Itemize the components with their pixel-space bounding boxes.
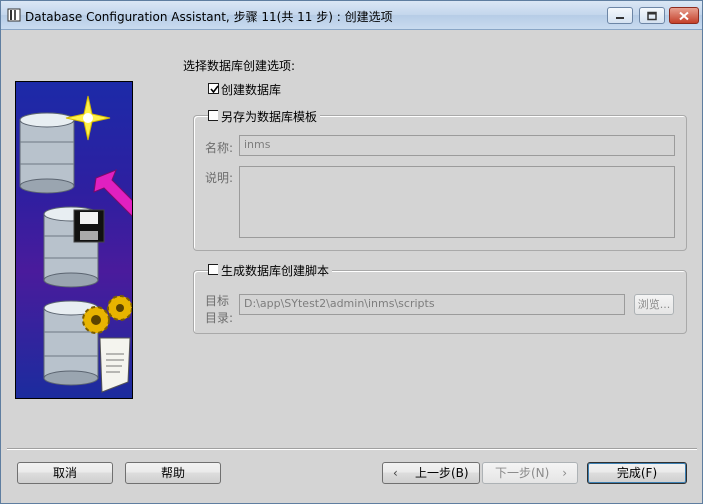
app-icon bbox=[7, 8, 21, 22]
database-icon bbox=[19, 112, 75, 194]
template-name-field[interactable]: inms bbox=[239, 135, 675, 156]
checkmark-icon bbox=[210, 85, 219, 94]
window-title: Database Configuration Assistant, 步骤 11(… bbox=[25, 10, 393, 24]
title-bar[interactable]: Database Configuration Assistant, 步骤 11(… bbox=[1, 1, 702, 30]
client-area: 选择数据库创建选项: 创建数据库 另存为数据库模板 名称: inms 说明: 生… bbox=[7, 30, 697, 499]
back-button-label: 上一步(B) bbox=[415, 466, 469, 480]
create-db-checkbox[interactable] bbox=[208, 83, 219, 94]
dest-dir-label-line2: 目录: bbox=[205, 311, 234, 325]
help-button[interactable]: 帮助 bbox=[125, 462, 221, 484]
floppy-disk-icon bbox=[73, 209, 105, 243]
section-title: 选择数据库创建选项: bbox=[183, 59, 296, 73]
create-db-label[interactable]: 创建数据库 bbox=[221, 81, 281, 98]
minimize-icon bbox=[616, 16, 624, 19]
next-button[interactable]: 下一步(N) › bbox=[482, 462, 578, 484]
finish-button[interactable]: 完成(F) bbox=[587, 462, 687, 484]
dest-dir-field[interactable]: D:\app\SYtest2\admin\inms\scripts bbox=[239, 294, 625, 315]
dest-dir-label-line1: 目标 bbox=[205, 294, 230, 308]
gear-icon bbox=[82, 295, 132, 334]
browse-button[interactable]: 浏览... bbox=[634, 294, 674, 315]
maximize-button[interactable] bbox=[639, 7, 665, 24]
close-button[interactable] bbox=[669, 7, 699, 24]
gen-script-label[interactable]: 生成数据库创建脚本 bbox=[218, 262, 333, 279]
template-name-label: 名称: bbox=[205, 141, 234, 155]
close-icon bbox=[679, 11, 689, 20]
chevron-left-icon: ‹ bbox=[393, 466, 398, 480]
back-button[interactable]: ‹ 上一步(B) bbox=[382, 462, 480, 484]
template-desc-label: 说明: bbox=[205, 171, 234, 185]
template-desc-field[interactable] bbox=[239, 166, 675, 238]
arrow-icon bbox=[93, 169, 132, 217]
chevron-right-icon: › bbox=[562, 466, 567, 480]
cancel-button[interactable]: 取消 bbox=[17, 462, 113, 484]
save-template-label[interactable]: 另存为数据库模板 bbox=[218, 108, 321, 125]
wizard-banner-image bbox=[15, 81, 133, 399]
next-button-label: 下一步(N) bbox=[495, 466, 550, 480]
footer-separator bbox=[7, 448, 697, 450]
sql-script-icon bbox=[99, 337, 131, 393]
minimize-button[interactable] bbox=[607, 7, 633, 24]
dbca-window: Database Configuration Assistant, 步骤 11(… bbox=[0, 0, 703, 504]
maximize-icon bbox=[647, 11, 657, 20]
